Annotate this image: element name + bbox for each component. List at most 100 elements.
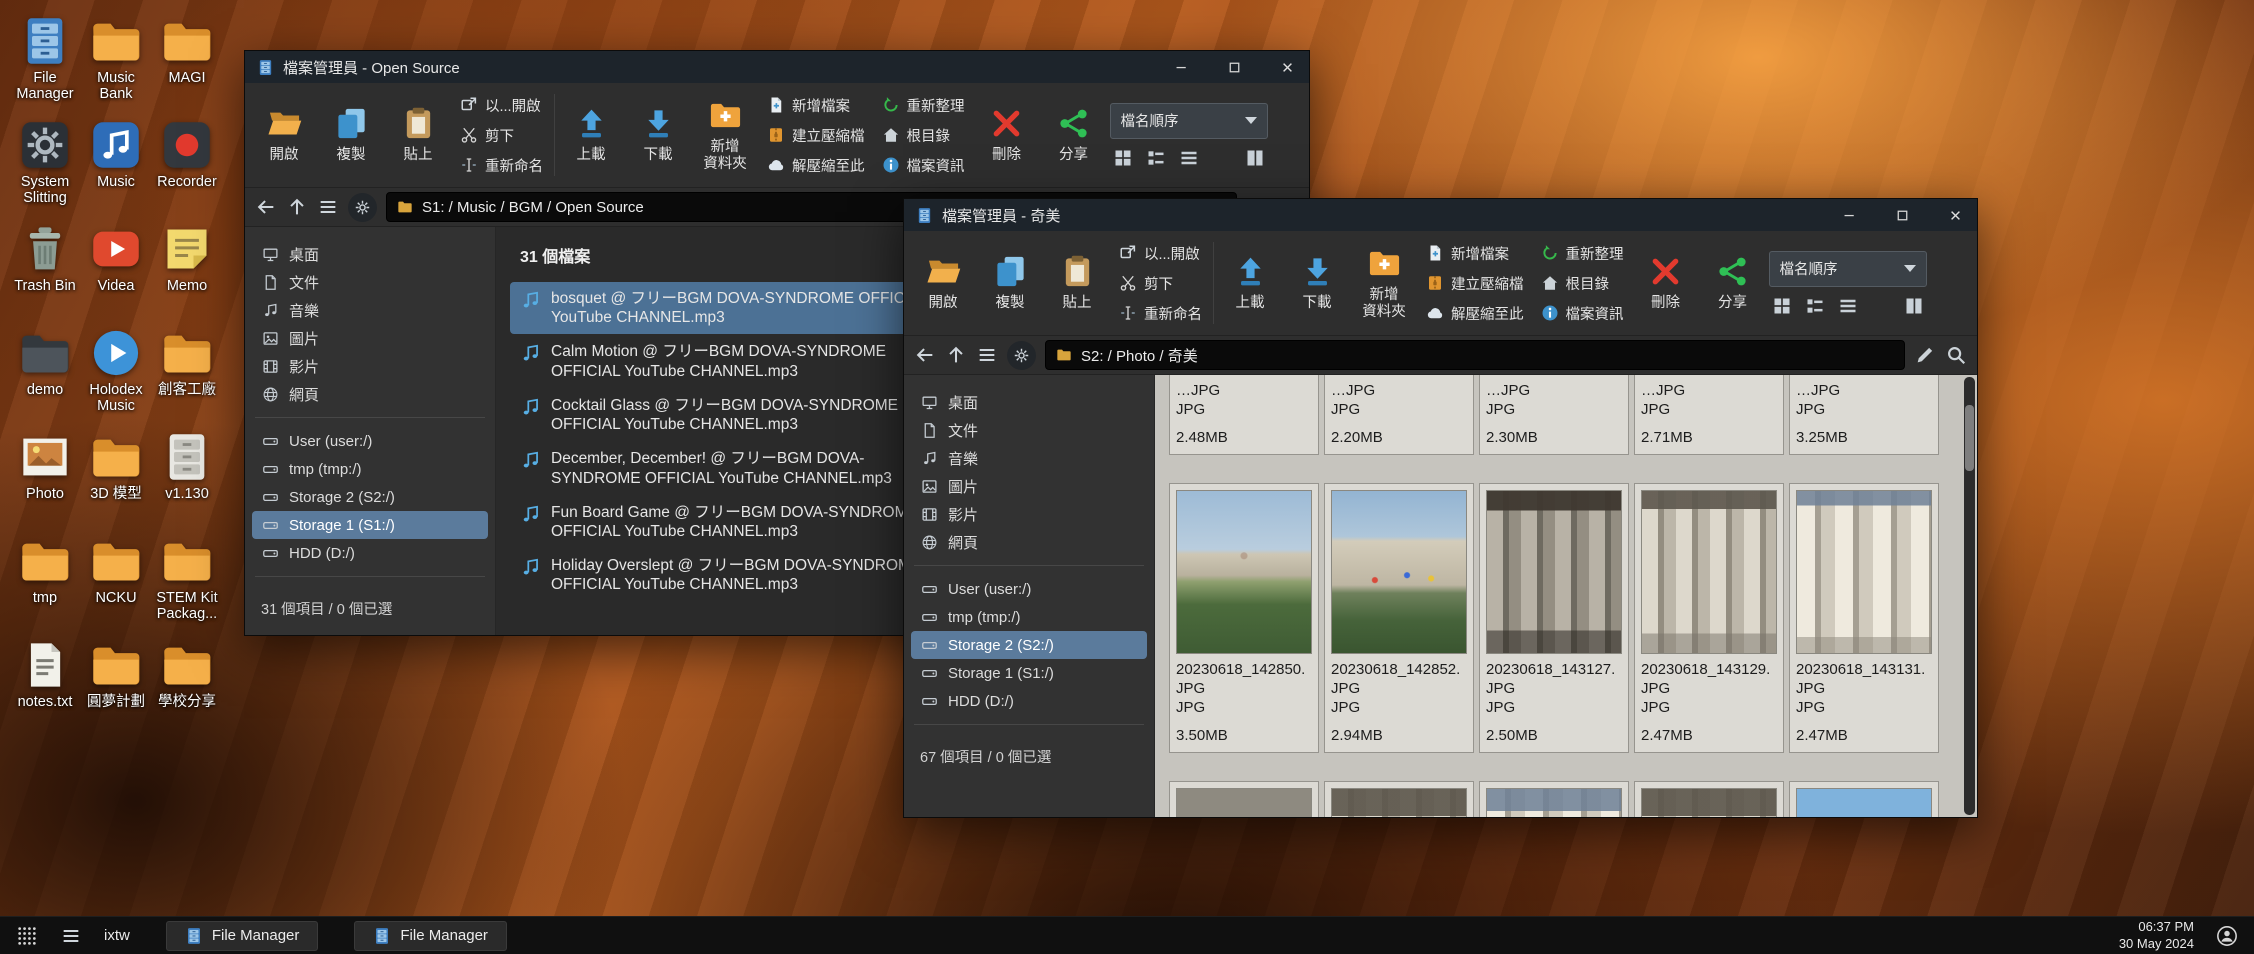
desktop-icon-stem-kit[interactable]: STEM Kit Packag...	[152, 532, 222, 636]
file-cell[interactable]	[1479, 781, 1629, 817]
root-button[interactable]: 根目錄	[882, 122, 965, 149]
sidebar-item-desktop[interactable]: 桌面	[911, 388, 1147, 416]
settings-button[interactable]	[348, 193, 377, 222]
taskbar-menu-button[interactable]	[60, 925, 82, 947]
sidebar-item-tmp-drive[interactable]: tmp (tmp:/)	[911, 603, 1147, 631]
sidebar-item-desktop[interactable]: 桌面	[252, 240, 488, 268]
sidebar-item-tmp-drive[interactable]: tmp (tmp:/)	[252, 455, 488, 483]
sidebar-item-documents[interactable]: 文件	[911, 416, 1147, 444]
cut-button[interactable]: 剪下	[460, 122, 543, 149]
detail-view-button[interactable]	[1146, 148, 1166, 168]
list-view-button[interactable]	[1838, 296, 1858, 316]
sidebar-item-storage-1[interactable]: Storage 1 (S1:/)	[911, 659, 1147, 687]
create-archive-button[interactable]: 建立壓縮檔	[767, 122, 865, 149]
share-button[interactable]: 分享	[1043, 88, 1105, 182]
up-button[interactable]	[286, 196, 308, 218]
desktop-icon-ncku[interactable]: NCKU	[81, 532, 151, 636]
sidebar-item-documents[interactable]: 文件	[252, 268, 488, 296]
scrollbar-thumb[interactable]	[1965, 405, 1974, 471]
delete-button[interactable]: 刪除	[1635, 236, 1697, 330]
paste-button[interactable]: 貼上	[387, 88, 449, 182]
upload-button[interactable]: 上載	[560, 88, 622, 182]
sidebar-item-storage-1[interactable]: Storage 1 (S1:/)	[252, 511, 488, 539]
sidebar-item-hdd[interactable]: HDD (D:/)	[252, 539, 488, 567]
file-info-button[interactable]: 檔案資訊	[882, 152, 965, 179]
desktop-icon-memo[interactable]: Memo	[152, 220, 222, 324]
file-cell[interactable]	[1169, 781, 1319, 817]
menu-button[interactable]	[976, 344, 998, 366]
back-button[interactable]	[255, 196, 277, 218]
cut-button[interactable]: 剪下	[1119, 270, 1202, 297]
edit-path-button[interactable]	[1914, 344, 1936, 366]
copy-button[interactable]: 複製	[320, 88, 382, 182]
clock[interactable]: 06:37 PM 30 May 2024	[2119, 919, 2194, 953]
download-button[interactable]: 下載	[627, 88, 689, 182]
extract-here-button[interactable]: 解壓縮至此	[767, 152, 865, 179]
sidebar-item-videos[interactable]: 影片	[252, 352, 488, 380]
path-field[interactable]: S2: / Photo / 奇美	[1045, 340, 1905, 370]
extract-here-button[interactable]: 解壓縮至此	[1426, 300, 1524, 327]
desktop-icon-recorder[interactable]: Recorder	[152, 116, 222, 220]
up-button[interactable]	[945, 344, 967, 366]
rename-button[interactable]: 重新命名	[1119, 300, 1202, 327]
taskbar-app-file-manager-1[interactable]: File Manager	[166, 921, 319, 951]
rename-button[interactable]: 重新命名	[460, 152, 543, 179]
refresh-button[interactable]: 重新整理	[882, 92, 965, 119]
file-cell[interactable]: …JPGJPG2.71MB	[1634, 375, 1784, 455]
sidebar-item-videos[interactable]: 影片	[911, 500, 1147, 528]
taskbar-app-file-manager-2[interactable]: File Manager	[354, 921, 507, 951]
create-archive-button[interactable]: 建立壓縮檔	[1426, 270, 1524, 297]
close-button[interactable]	[1933, 199, 1977, 231]
file-cell[interactable]: 20230618_142850.JPGJPG3.50MB	[1169, 483, 1319, 753]
open-button[interactable]: 開啟	[253, 88, 315, 182]
file-cell[interactable]: 20230618_143127.JPGJPG2.50MB	[1479, 483, 1629, 753]
sort-dropdown[interactable]: 檔名順序	[1110, 103, 1268, 139]
sidebar-item-pictures[interactable]: 圖片	[911, 472, 1147, 500]
desktop-icon-file-manager[interactable]: File Manager	[10, 12, 80, 116]
sidebar-item-storage-2[interactable]: Storage 2 (S2:/)	[911, 631, 1147, 659]
desktop-icon-maker-factory[interactable]: 創客工廠	[152, 324, 222, 428]
desktop-icon-v1130[interactable]: v1.130	[152, 428, 222, 532]
desktop-icon-holodex-music[interactable]: Holodex Music	[81, 324, 151, 428]
file-info-button[interactable]: 檔案資訊	[1541, 300, 1624, 327]
maximize-button[interactable]	[1212, 51, 1256, 83]
minimize-button[interactable]	[1827, 199, 1871, 231]
file-cell[interactable]: …JPGJPG3.25MB	[1789, 375, 1939, 455]
file-cell[interactable]: …JPGJPG2.48MB	[1169, 375, 1319, 455]
file-cell[interactable]: 20230618_143131.JPGJPG2.47MB	[1789, 483, 1939, 753]
desktop-icon-dream-plan[interactable]: 圓夢計劃	[81, 636, 151, 740]
scrollbar[interactable]	[1964, 377, 1975, 815]
app-launcher-button[interactable]	[16, 925, 38, 947]
file-cell[interactable]: …JPGJPG2.20MB	[1324, 375, 1474, 455]
desktop-icon-school-share[interactable]: 學校分享	[152, 636, 222, 740]
back-button[interactable]	[914, 344, 936, 366]
upload-button[interactable]: 上載	[1219, 236, 1281, 330]
title-bar[interactable]: 檔案管理員 - 奇美	[904, 199, 1977, 231]
user-menu-button[interactable]	[2216, 925, 2238, 947]
sidebar-item-user-drive[interactable]: User (user:/)	[911, 575, 1147, 603]
search-button[interactable]	[1945, 344, 1967, 366]
close-button[interactable]	[1265, 51, 1309, 83]
grid-view-button[interactable]	[1113, 148, 1133, 168]
desktop-icon-videa[interactable]: Videa	[81, 220, 151, 324]
sidebar-item-user-drive[interactable]: User (user:/)	[252, 427, 488, 455]
copy-button[interactable]: 複製	[979, 236, 1041, 330]
file-cell[interactable]: 20230618_143129.JPGJPG2.47MB	[1634, 483, 1784, 753]
sidebar-item-web[interactable]: 網頁	[911, 528, 1147, 556]
file-cell[interactable]	[1634, 781, 1784, 817]
download-button[interactable]: 下載	[1286, 236, 1348, 330]
desktop-icon-notes-txt[interactable]: notes.txt	[10, 636, 80, 740]
new-file-button[interactable]: 新增檔案	[767, 92, 865, 119]
sidebar-item-hdd[interactable]: HDD (D:/)	[911, 687, 1147, 715]
open-with-button[interactable]: 以...開啟	[460, 92, 543, 119]
column-view-button[interactable]	[1904, 296, 1924, 316]
sidebar-item-storage-2[interactable]: Storage 2 (S2:/)	[252, 483, 488, 511]
minimize-button[interactable]	[1159, 51, 1203, 83]
file-cell[interactable]: …JPGJPG2.30MB	[1479, 375, 1629, 455]
desktop-icon-music-bank[interactable]: Music Bank	[81, 12, 151, 116]
sidebar-item-web[interactable]: 網頁	[252, 380, 488, 408]
desktop-icon-system-slitting[interactable]: System Slitting	[10, 116, 80, 220]
maximize-button[interactable]	[1880, 199, 1924, 231]
file-cell[interactable]: 20230618_142852.JPGJPG2.94MB	[1324, 483, 1474, 753]
delete-button[interactable]: 刪除	[976, 88, 1038, 182]
